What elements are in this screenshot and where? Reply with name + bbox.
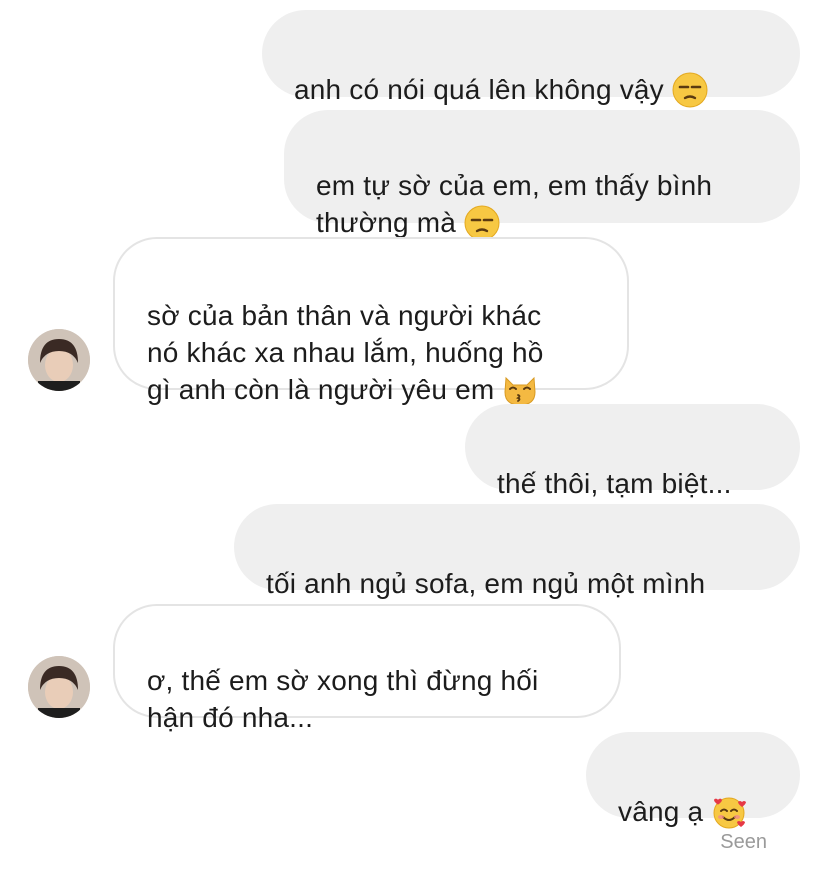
message-text: anh có nói quá lên không vậy (294, 74, 664, 105)
seen-status: Seen (720, 831, 767, 853)
message-text: ơ, thế em sờ xong thì đừng hối hận đó nh… (147, 665, 539, 733)
smiling-face-with-hearts-icon (713, 797, 747, 829)
message-bubble-sent[interactable]: vâng ạ (586, 732, 800, 829)
message-text: sờ của bản thân và người khác nó khác xa… (147, 300, 544, 405)
message-bubble-received[interactable]: sờ của bản thân và người khác nó khác xa… (113, 237, 629, 406)
unamused-face-icon (464, 205, 500, 241)
unamused-face-icon (672, 72, 708, 108)
message-bubble-sent[interactable]: thế thôi, tạm biệt... (465, 404, 800, 499)
message-bubble-sent[interactable]: em tự sờ của em, em thấy bình thường mà (284, 110, 800, 241)
avatar[interactable] (28, 329, 90, 391)
message-bubble-sent[interactable]: anh có nói quá lên không vậy (262, 10, 800, 108)
message-bubble-received[interactable]: ơ, thế em sờ xong thì đừng hối hận đó nh… (113, 604, 621, 733)
message-text: thế thôi, tạm biệt... (497, 468, 732, 499)
message-text: tối anh ngủ sofa, em ngủ một mình (266, 568, 706, 599)
message-bubble-sent[interactable]: tối anh ngủ sofa, em ngủ một mình (234, 504, 800, 599)
message-text: vâng ạ (618, 796, 704, 827)
avatar[interactable] (28, 656, 90, 718)
message-text: em tự sờ của em, em thấy bình thường mà (316, 170, 713, 238)
kissing-cat-icon (504, 376, 536, 406)
